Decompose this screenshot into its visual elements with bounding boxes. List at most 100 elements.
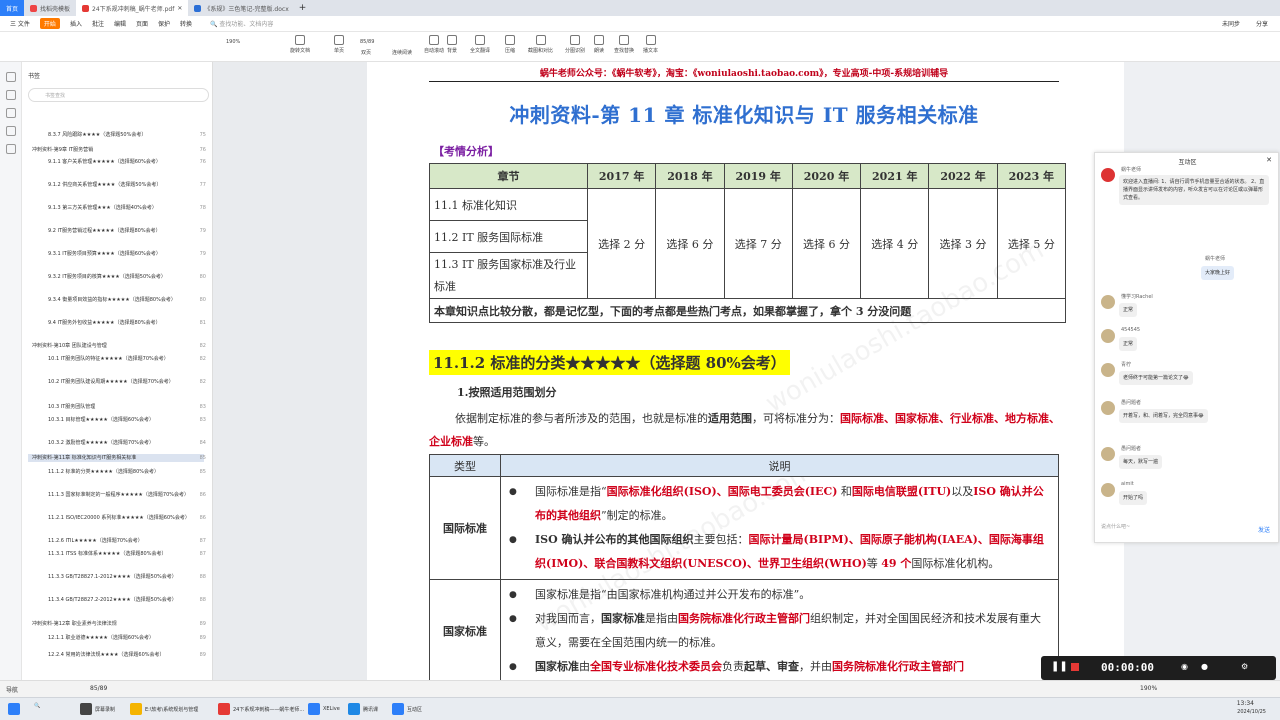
outline-item[interactable]: 10.1 IT服务团队的特征★★★★★（选择题70%会考） 82 [28, 355, 206, 363]
outline-item[interactable]: 11.2.6 ITIL★★★★★（选择题70%会考） 87 [28, 537, 206, 545]
status-zoom[interactable]: 190% [1140, 685, 1157, 692]
outline-item[interactable]: 冲刺资料-第11章 标准化知识与IT服务相关标准 85 [28, 454, 206, 462]
zoom-box[interactable]: 190% [226, 39, 240, 45]
close-icon[interactable]: ✕ [1266, 156, 1272, 164]
outline-item[interactable]: 10.3.1 目标管理★★★★★（选择题60%会考） 83 [28, 416, 206, 424]
outline-item[interactable]: 9.2 IT服务营销过程★★★★★（选择题80%会考） 79 [28, 227, 206, 235]
outline-item[interactable]: 10.3.2 激励管理★★★★★（选择题70%会考） 84 [28, 439, 206, 447]
microphone-icon[interactable]: ● [1201, 662, 1208, 671]
settings-icon[interactable]: ⚙ [1241, 662, 1248, 671]
outline-item[interactable]: 9.1.1 客户关系管理★★★★★（选择题60%会考） 76 [28, 158, 206, 166]
pause-icon[interactable]: ❚❚ [1051, 661, 1068, 672]
taskbar-item[interactable]: E:\软考\系统规划与管理 [130, 703, 198, 715]
outline-item[interactable]: 9.4 IT服务外包收益★★★★★（选择题80%会考） 81 [28, 319, 206, 327]
translate-button[interactable]: 全文翻译 [470, 35, 490, 54]
sync-status[interactable]: 未同步 [1222, 19, 1240, 28]
stop-icon[interactable] [1071, 663, 1079, 671]
outline-search-input[interactable]: 书签查找 [28, 88, 209, 102]
taskbar-item[interactable]: 24下系规冲刺稿——蜗牛老师... [218, 703, 304, 715]
page-box[interactable]: 85/89 [360, 39, 374, 45]
score-cell: 选择 6 分 [655, 188, 725, 299]
button-label: 截图和对比 [528, 48, 554, 54]
menu-convert[interactable]: 转换 [180, 19, 192, 28]
outline-item[interactable]: 10.3 IT服务团队管理 83 [28, 403, 206, 411]
avatar [1101, 483, 1115, 497]
outline-item[interactable]: 11.2.1 ISO/IEC20000 系列标准★★★★★（选择题60%会考） 8… [28, 514, 206, 522]
comment-icon[interactable] [6, 108, 16, 118]
announce-bubble: 欢迎进入直播间: 1、请自行调节手机音量至合适的状态。 2、直播界面显示讲师发布… [1119, 175, 1269, 205]
tab-home[interactable]: 首页 [0, 0, 25, 16]
analysis-label: 【考情分析】 [433, 145, 499, 158]
outline-item[interactable]: 9.3.4 衡量项目效益的指标★★★★★（选择题80%会考） 80 [28, 296, 206, 304]
background-button[interactable]: 背景 [447, 35, 457, 54]
outline-item-page: 76 [199, 159, 206, 165]
text: 依据制定标准的参与者所涉及的范围，也就是标准的 [455, 412, 708, 425]
menu-insert[interactable]: 插入 [70, 19, 82, 28]
outline-item[interactable]: 11.3.3 GB/T28827.1-2012★★★★（选择题50%会考） 88 [28, 573, 206, 581]
send-button[interactable]: 发送 [1258, 525, 1270, 534]
new-tab-icon[interactable]: + [299, 3, 307, 13]
outline-sidebar [0, 62, 213, 680]
menu-home[interactable]: 开始 [39, 18, 60, 29]
taskbar-item[interactable]: 屏幕录制 [80, 703, 115, 715]
translate-icon [475, 35, 485, 45]
attachment-icon[interactable] [6, 126, 16, 136]
table-header-row: 类型 说明 [429, 454, 1059, 477]
menu-comment[interactable]: 批注 [92, 19, 104, 28]
outline-item[interactable]: 12.1.1 职业道德★★★★★（选择题60%会考） 89 [28, 634, 206, 642]
menu-search[interactable]: 🔍 查找功能、文档内容 [210, 19, 273, 28]
outline-item[interactable]: 冲刺资料-第9章 IT服务营销 76 [28, 146, 206, 154]
taskbar-item[interactable]: XELive [308, 703, 340, 715]
find-replace-button[interactable]: 查找替换 [614, 35, 634, 54]
continuous-button[interactable]: 连续阅读 [392, 49, 412, 56]
menu-edit[interactable]: 编辑 [114, 19, 126, 28]
close-icon[interactable]: ✕ [177, 5, 182, 12]
screenshot-button[interactable]: 截图和对比 [528, 35, 553, 54]
menu-protect[interactable]: 保护 [158, 19, 170, 28]
camera-icon[interactable]: ◉ [1181, 662, 1188, 671]
compress-button[interactable]: 压缩 [505, 35, 515, 54]
single-page-button[interactable]: 单页 [334, 35, 344, 54]
outline-item[interactable]: 11.1.2 标准的分类★★★★★（选择题80%会考） 85 [28, 468, 206, 476]
search-icon[interactable]: 🔍 [34, 703, 40, 709]
doc-header: 蜗牛老师公众号：《蜗牛软考》，淘宝：《woniulaoshi.taobao.co… [429, 66, 1059, 82]
status-page[interactable]: 85/89 [90, 685, 107, 692]
share-button[interactable]: 分享 [1256, 19, 1268, 28]
windows-start-icon[interactable] [8, 703, 20, 715]
autoscroll-icon [429, 35, 439, 45]
split-button[interactable]: 分图识别 [565, 35, 585, 54]
outline-item[interactable]: 冲刺资料-第12章 职业素养与法律法规 89 [28, 620, 206, 628]
outline-item[interactable]: 12.2.4 常用的法律法规★★★★（选择题60%会考） 89 [28, 651, 206, 659]
interaction-panel: 互动区 ✕ 蜗牛老师 欢迎进入直播间: 1、请自行调节手机音量至合适的状态。 2… [1094, 152, 1279, 543]
outline-item[interactable]: 9.3.2 IT服务项目的核算★★★★（选择题50%会考） 80 [28, 273, 206, 281]
bookmark-icon[interactable] [6, 72, 16, 82]
outline-item[interactable]: 11.1.3 国家标准制定的一般程序★★★★★（选择题70%会考） 86 [28, 491, 206, 499]
menu-file[interactable]: 三 文件 [10, 19, 30, 28]
outline-item[interactable]: 9.3.1 IT服务项目预算★★★★（选择题60%会考） 79 [28, 250, 206, 258]
tab-docx[interactable]: 《系规》三色笔记-完整版.docx [188, 0, 294, 16]
outline-item[interactable]: 8.3.7 风险跟踪★★★★（选择题50%会考） 75 [28, 131, 206, 139]
search-icon[interactable] [6, 144, 16, 154]
menu-page[interactable]: 页面 [136, 19, 148, 28]
play-text-button[interactable]: 播文本 [643, 35, 658, 54]
autoscroll-button[interactable]: 自动滚动 [424, 35, 444, 54]
outline-item[interactable]: 9.1.2 供应商关系管理★★★★（选择题50%会考） 77 [28, 181, 206, 189]
chat-input[interactable]: 说点什么吧~ [1101, 523, 1273, 537]
taskbar-item[interactable]: 互动区 [392, 703, 422, 715]
nav-button[interactable]: 导航 [6, 685, 18, 694]
outline-item[interactable]: 11.3.4 GB/T28827.2-2012★★★★（选择题50%会考） 88 [28, 596, 206, 604]
thumbnail-icon[interactable] [6, 90, 16, 100]
outline-item[interactable]: 9.1.3 第三方关系管理★★★（选择题40%会考） 78 [28, 204, 206, 212]
button-label: 压缩 [505, 48, 516, 54]
tab-template[interactable]: 找稻壳模板 [24, 0, 76, 16]
double-page-button[interactable]: 双页 [361, 49, 371, 56]
rotate-button[interactable]: 旋转文档 [290, 35, 310, 54]
tab-pdf[interactable]: 24下系规冲刺稿_蜗牛老师.pdf ✕ [76, 0, 189, 16]
outline-item[interactable]: 10.2 IT服务团队建设周期★★★★★（选择题70%会考） 82 [28, 378, 206, 386]
text: 是指由 [645, 612, 678, 625]
outline-item[interactable]: 11.3.1 ITSS 标准体系★★★★★（选择题80%会考） 87 [28, 550, 206, 558]
outline-item[interactable]: 冲刺资料-第10章 团队建设与管理 82 [28, 342, 206, 350]
read-aloud-button[interactable]: 朗读 [594, 35, 604, 54]
taskbar-item[interactable]: 腾讯课 [348, 703, 378, 715]
outline-item-page: 88 [199, 597, 206, 603]
